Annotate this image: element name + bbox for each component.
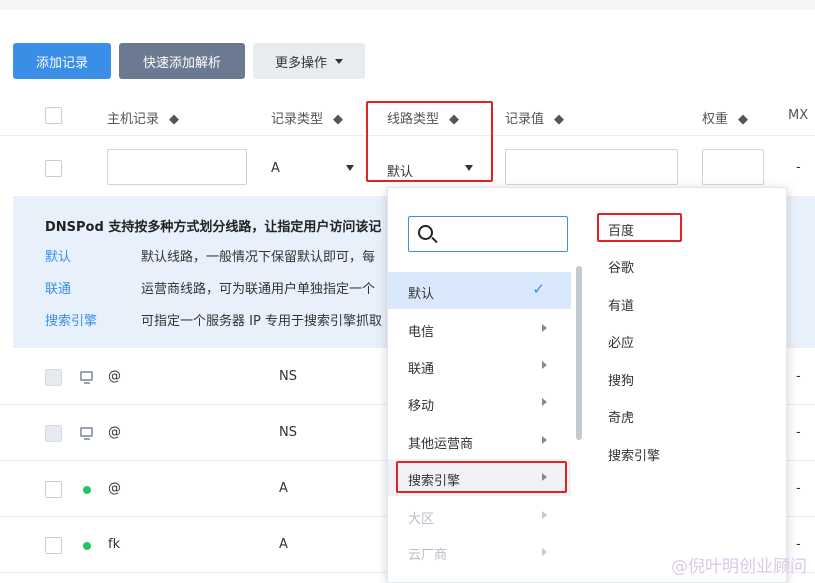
header-host[interactable]: 主机记录 ◆ <box>107 108 179 127</box>
sort-icon[interactable]: ◆ <box>333 113 343 126</box>
select-all-checkbox[interactable] <box>45 107 62 124</box>
info-desc-search-engine: 可指定一个服务器 IP 专用于搜索引擎抓取 <box>141 314 382 329</box>
menu-item-label: 默认 <box>408 287 435 302</box>
menu-item-label: 大区 <box>408 512 435 527</box>
chevron-down-icon <box>346 165 354 171</box>
row-checkbox[interactable] <box>45 425 62 442</box>
menu-item-label: 云厂商 <box>408 548 448 563</box>
watermark: @倪叶明创业顾问 <box>671 557 807 577</box>
menu-scrollbar[interactable] <box>576 266 582 440</box>
line-search-input[interactable] <box>408 216 568 252</box>
line-menu-item-other-isp[interactable]: 其他运营商 <box>388 422 571 459</box>
header-host-label: 主机记录 <box>107 112 160 127</box>
weight-input[interactable] <box>702 149 764 185</box>
info-key-search-engine[interactable]: 搜索引擎 <box>45 310 97 329</box>
chevron-right-icon <box>542 398 547 406</box>
line-type-dropdown: 默认 ✓ 电信 联通 移动 其他运营商 搜索引擎 大区 云厂商 百度 谷歌 有道… <box>387 187 787 583</box>
highlight-box-baidu <box>597 213 682 242</box>
row-host: @ <box>108 369 121 384</box>
more-actions-button[interactable]: 更多操作 <box>253 43 365 79</box>
toolbar: 添加记录 快速添加解析 更多操作 <box>13 43 365 79</box>
quick-add-button[interactable]: 快速添加解析 <box>119 43 245 79</box>
submenu-item[interactable]: 有道 <box>608 295 634 314</box>
header-weight[interactable]: 权重 ◆ <box>702 108 748 127</box>
row-mx: - <box>796 481 801 496</box>
info-desc-unicom: 运营商线路，可为联通用户单独指定一个 <box>141 282 376 297</box>
row-mx: - <box>796 537 801 552</box>
monitor-icon <box>80 371 93 384</box>
sort-icon[interactable]: ◆ <box>169 113 179 126</box>
row-host: @ <box>108 481 121 496</box>
header-weight-label: 权重 <box>702 112 729 127</box>
row-type: NS <box>279 425 297 440</box>
chevron-right-icon <box>542 324 547 332</box>
sort-icon[interactable]: ◆ <box>554 113 564 126</box>
row-checkbox[interactable] <box>45 537 62 554</box>
row-checkbox[interactable] <box>45 481 62 498</box>
submenu-item[interactable]: 搜索引擎 <box>608 445 660 464</box>
type-select-value: A <box>271 161 280 176</box>
menu-item-label: 电信 <box>408 325 435 340</box>
highlight-box-search-engine <box>396 461 567 493</box>
line-menu-item-cloud[interactable]: 云厂商 <box>388 534 571 583</box>
header-value[interactable]: 记录值 ◆ <box>505 108 564 127</box>
chevron-right-icon <box>542 511 547 519</box>
host-input[interactable] <box>107 149 247 185</box>
info-key-default[interactable]: 默认 <box>45 246 71 265</box>
check-icon: ✓ <box>532 280 545 298</box>
status-dot-icon <box>83 486 91 494</box>
row-type: A <box>279 537 288 552</box>
submenu-item[interactable]: 奇虎 <box>608 407 634 426</box>
row-host: fk <box>108 537 121 552</box>
submenu-item[interactable]: 必应 <box>608 332 634 351</box>
header-value-label: 记录值 <box>505 112 545 127</box>
chevron-right-icon <box>542 436 547 444</box>
top-bar <box>0 0 815 10</box>
chevron-right-icon <box>542 361 547 369</box>
info-title: DNSPod 支持按多种方式划分线路，让指定用户访问该记 <box>45 220 382 235</box>
info-desc-default: 默认线路，一般情况下保留默认即可，每 <box>141 250 376 265</box>
line-menu-item-default[interactable]: 默认 ✓ <box>388 272 571 309</box>
line-menu-item-region[interactable]: 大区 <box>388 497 571 534</box>
monitor-icon <box>80 427 93 440</box>
menu-item-label: 其他运营商 <box>408 437 474 452</box>
row-type: A <box>279 481 288 496</box>
menu-item-label: 联通 <box>408 362 435 377</box>
highlight-box-line-type <box>366 101 493 182</box>
header-type-label: 记录类型 <box>271 112 324 127</box>
line-menu-item-telecom[interactable]: 电信 <box>388 310 571 347</box>
row-mx: - <box>796 369 801 384</box>
more-actions-label: 更多操作 <box>274 55 327 71</box>
info-key-unicom[interactable]: 联通 <box>45 278 71 297</box>
submenu-item[interactable]: 搜狗 <box>608 370 634 389</box>
add-record-button[interactable]: 添加记录 <box>13 43 111 79</box>
chevron-right-icon <box>542 548 547 556</box>
line-menu-item-unicom[interactable]: 联通 <box>388 347 571 384</box>
value-input[interactable] <box>505 149 678 185</box>
line-menu-item-mobile[interactable]: 移动 <box>388 384 571 421</box>
row-checkbox[interactable] <box>45 369 62 386</box>
type-select[interactable]: A <box>265 149 360 185</box>
row-type: NS <box>279 369 297 384</box>
menu-item-label: 移动 <box>408 399 435 414</box>
row-mx: - <box>796 425 801 440</box>
row-host: @ <box>108 425 121 440</box>
search-icon <box>418 225 433 240</box>
caret-down-icon <box>335 58 343 64</box>
status-dot-icon <box>83 542 91 550</box>
sort-icon[interactable]: ◆ <box>738 113 748 126</box>
mx-value: - <box>796 160 801 175</box>
header-type[interactable]: 记录类型 ◆ <box>271 108 343 127</box>
header-mx[interactable]: MX <box>788 108 808 123</box>
submenu-item[interactable]: 谷歌 <box>608 257 634 276</box>
new-row-checkbox[interactable] <box>45 160 62 177</box>
